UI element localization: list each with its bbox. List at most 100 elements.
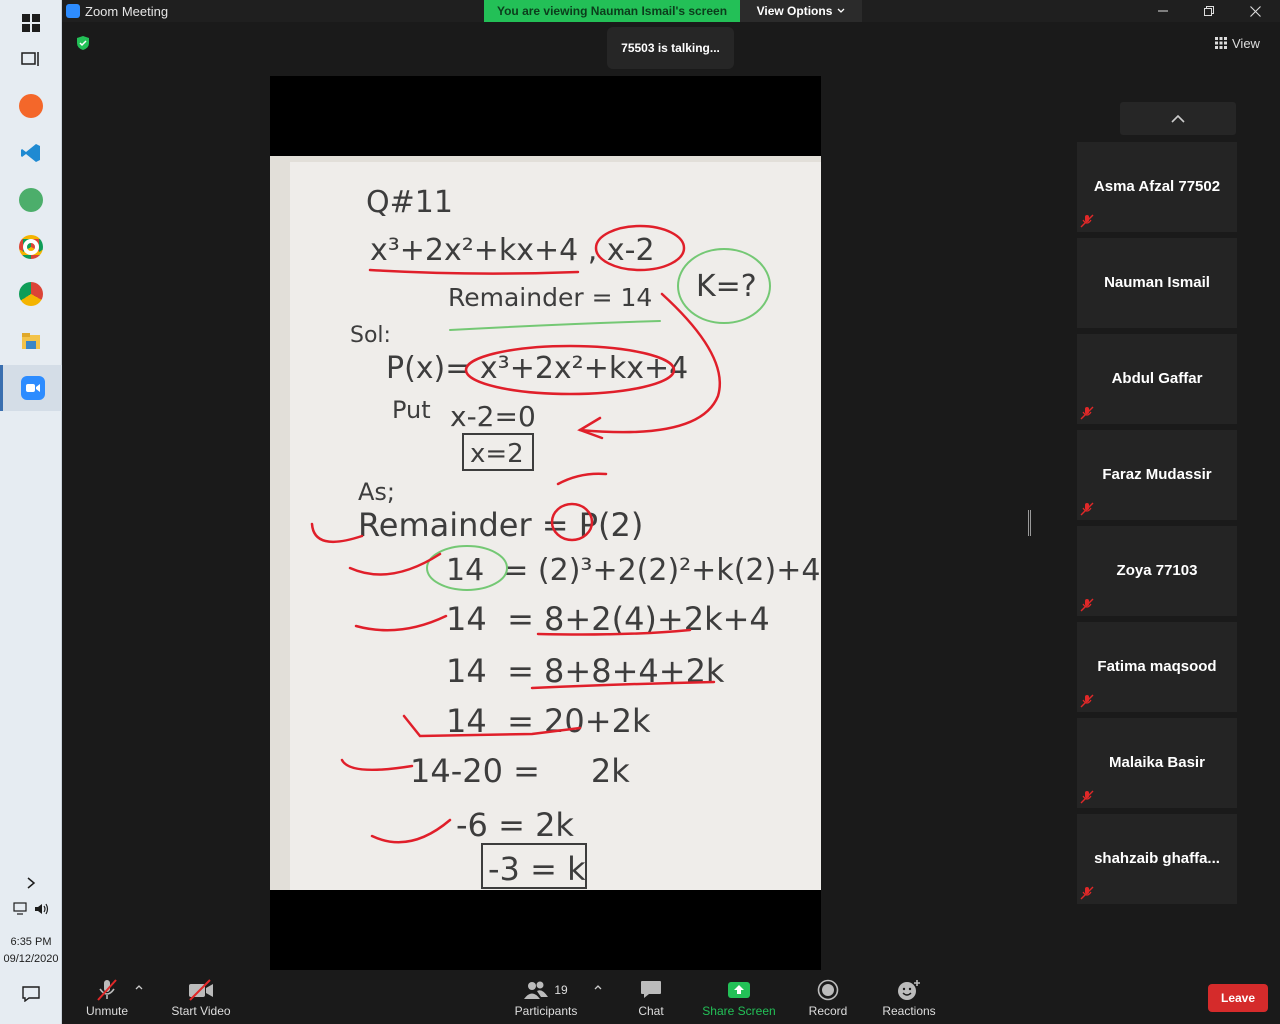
shared-screen[interactable]: Q#11 x³+2x²+kx+4 , x-2 Remainder = 14 K=…	[270, 76, 821, 970]
view-label: View	[1232, 35, 1260, 51]
reactions-label: Reactions	[882, 1004, 936, 1018]
participant-tile[interactable]: Asma Afzal 77502	[1077, 142, 1237, 232]
close-button[interactable]	[1232, 0, 1278, 22]
file-explorer-icon[interactable]	[0, 318, 62, 364]
scroll-up-button[interactable]	[1120, 102, 1236, 135]
reactions-button[interactable]: Reactions	[878, 972, 940, 1024]
window-title: Zoom Meeting	[85, 4, 169, 19]
share-screen-label: Share Screen	[702, 1004, 776, 1018]
chrome-icon[interactable]	[0, 224, 62, 270]
zoom-app-icon	[66, 4, 80, 18]
clock-time[interactable]: 6:35 PM	[0, 936, 62, 948]
participant-name: Zoya 77103	[1116, 562, 1198, 579]
participants-icon	[524, 981, 549, 999]
solution-label: Sol:	[350, 323, 391, 348]
participant-name: Fatima maqsood	[1097, 658, 1217, 675]
record-icon	[817, 976, 839, 1004]
find-k: K=?	[696, 269, 757, 304]
start-video-button[interactable]: Start Video	[166, 972, 236, 1024]
windows-taskbar: 6:35 PM 09/12/2020	[0, 0, 62, 1024]
leave-button[interactable]: Leave	[1208, 984, 1268, 1012]
participant-name: Faraz Mudassir	[1102, 466, 1212, 483]
chat-icon	[640, 976, 662, 1004]
view-options-label: View Options	[756, 4, 833, 18]
chevron-down-icon	[837, 8, 845, 13]
chat-label: Chat	[638, 1004, 664, 1018]
view-layout-button[interactable]: View	[1215, 33, 1267, 53]
minimize-button[interactable]	[1140, 0, 1186, 22]
video-off-icon	[188, 976, 214, 1004]
network-icon	[12, 902, 27, 915]
participants-options-caret-icon[interactable]	[594, 982, 602, 993]
question-number: Q#11	[366, 185, 453, 220]
meeting-toolbar: Unmute Start Video 19 Participants Chat	[62, 972, 1280, 1024]
participant-tile[interactable]: Malaika Basir	[1077, 718, 1237, 808]
record-button[interactable]: Record	[802, 972, 854, 1024]
given-remainder: Remainder = 14	[448, 283, 652, 312]
unmute-button[interactable]: Unmute	[82, 972, 132, 1024]
chat-button[interactable]: Chat	[627, 972, 675, 1024]
clock-date[interactable]: 09/12/2020	[0, 953, 62, 965]
viewing-screen-banner: You are viewing Nauman Ismail's screen	[484, 0, 740, 22]
participant-name: Malaika Basir	[1109, 754, 1205, 771]
title-bar: Zoom Meeting You are viewing Nauman Isma…	[62, 0, 1280, 22]
step-6: -6 = 2k	[456, 806, 574, 844]
whiteboard-paper: Q#11 x³+2x²+kx+4 , x-2 Remainder = 14 K=…	[270, 156, 821, 890]
final-answer: -3 = k	[488, 850, 586, 888]
panel-splitter[interactable]	[1028, 510, 1031, 536]
atom-app-icon[interactable]	[0, 177, 62, 223]
step-2: 14 = 8+2(4)+2k+4	[446, 600, 770, 638]
muted-mic-icon	[1080, 886, 1094, 900]
audio-options-caret-icon[interactable]	[135, 982, 143, 993]
network-volume-icons[interactable]	[0, 902, 62, 916]
put-label: Put	[392, 396, 431, 424]
start-video-label: Start Video	[171, 1004, 231, 1018]
pen-app-icon[interactable]	[0, 83, 62, 129]
action-center-icon[interactable]	[0, 986, 62, 1005]
remainder-p2: Remainder = P(2)	[358, 506, 643, 544]
participant-tile[interactable]: Nauman Ismail	[1077, 238, 1237, 328]
share-screen-button[interactable]: Share Screen	[700, 972, 778, 1024]
zoom-window: Zoom Meeting You are viewing Nauman Isma…	[62, 0, 1280, 1024]
participant-tile[interactable]: Faraz Mudassir	[1077, 430, 1237, 520]
view-options-button[interactable]: View Options	[740, 0, 862, 22]
as-label: As;	[358, 478, 395, 506]
encryption-shield-icon[interactable]	[76, 36, 90, 50]
zoom-taskbar-icon[interactable]	[0, 365, 62, 411]
chevron-up-icon	[1171, 114, 1185, 123]
given-polynomial: x³+2x²+kx+4 , x-2	[370, 233, 655, 268]
participants-count: 19	[554, 983, 568, 997]
participants-button[interactable]: 19 Participants	[510, 972, 582, 1024]
muted-mic-icon	[95, 976, 119, 1004]
participant-tile[interactable]: Fatima maqsood	[1077, 622, 1237, 712]
share-screen-icon	[727, 976, 751, 1004]
muted-mic-icon	[1080, 502, 1094, 516]
muted-mic-icon	[1080, 694, 1094, 708]
participant-tile[interactable]: Zoya 77103	[1077, 526, 1237, 616]
participant-name: Abdul Gaffar	[1111, 370, 1203, 387]
vscode-icon[interactable]	[0, 130, 62, 176]
participant-name: Asma Afzal 77502	[1093, 178, 1221, 195]
participant-tile[interactable]: shahzaib ghaffa...	[1077, 814, 1237, 904]
volume-icon	[34, 903, 48, 915]
active-speaker-toast: 75503 is talking...	[607, 27, 734, 69]
participants-label: Participants	[514, 1004, 578, 1018]
step-3: 14 = 8+8+4+2k	[446, 652, 725, 690]
muted-mic-icon	[1080, 406, 1094, 420]
tray-expand-icon[interactable]	[0, 876, 62, 893]
participant-name: Nauman Ismail	[1104, 274, 1210, 291]
restore-button[interactable]	[1186, 0, 1232, 22]
muted-mic-icon	[1080, 790, 1094, 804]
task-view-icon[interactable]	[0, 36, 62, 82]
record-label: Record	[808, 1004, 848, 1018]
factor-zero: x-2=0	[450, 400, 536, 433]
muted-mic-icon	[1080, 214, 1094, 228]
participant-tile[interactable]: Abdul Gaffar	[1077, 334, 1237, 424]
chrome-icon[interactable]	[0, 271, 62, 317]
muted-mic-icon	[1080, 598, 1094, 612]
x-equals-2: x=2	[470, 439, 524, 469]
step-5: 14-20 = 2k	[410, 752, 630, 790]
grid-icon	[1215, 37, 1227, 49]
unmute-label: Unmute	[85, 1004, 129, 1018]
reactions-icon	[897, 976, 921, 1004]
